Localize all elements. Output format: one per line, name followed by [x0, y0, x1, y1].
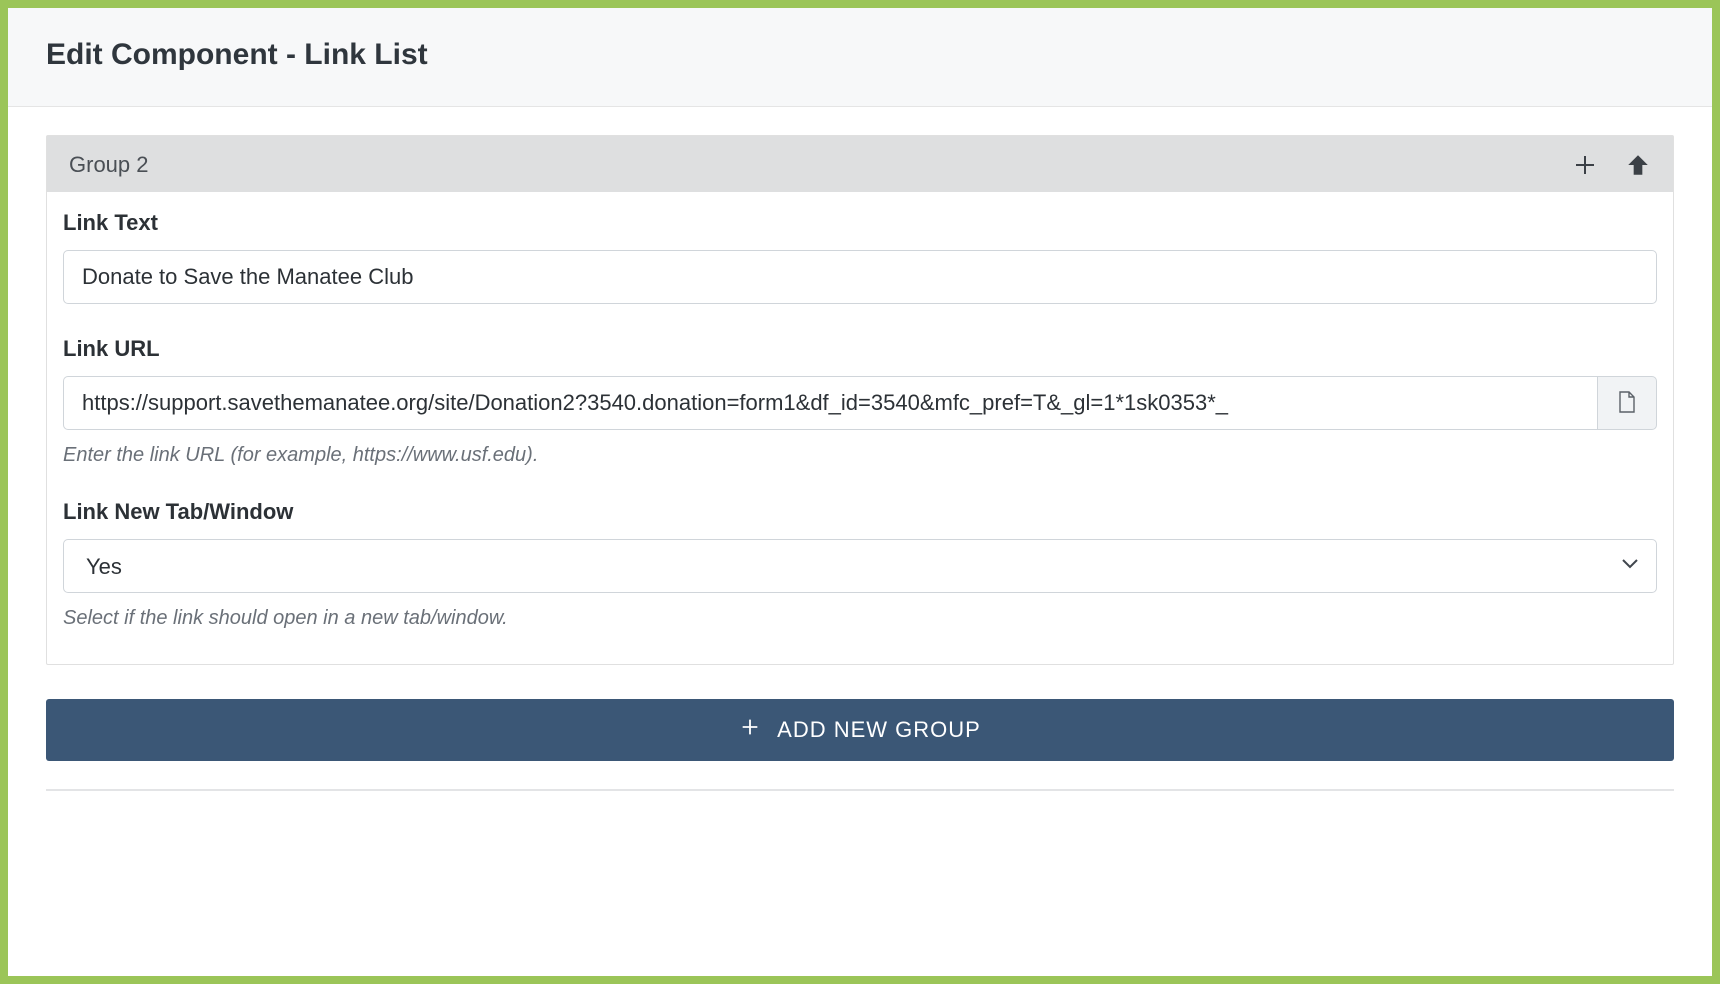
- link-url-browse-button[interactable]: [1597, 376, 1657, 430]
- link-url-help: Enter the link URL (for example, https:/…: [63, 444, 1657, 467]
- link-new-tab-select-wrapper: Yes No: [63, 539, 1657, 593]
- link-text-input[interactable]: [63, 250, 1657, 304]
- plus-icon: [1573, 153, 1597, 177]
- field-link-new-tab: Link New Tab/Window Yes No Select if the…: [63, 499, 1657, 630]
- field-link-text: Link Text: [63, 210, 1657, 304]
- page-header: Edit Component - Link List: [8, 8, 1712, 107]
- link-new-tab-help: Select if the link should open in a new …: [63, 607, 1657, 630]
- arrow-up-icon: [1625, 152, 1651, 178]
- move-up-button[interactable]: [1625, 152, 1651, 178]
- field-link-url: Link URL Enter the link URL (for example…: [63, 336, 1657, 467]
- link-new-tab-label: Link New Tab/Window: [63, 499, 1657, 525]
- group-title: Group 2: [69, 152, 149, 178]
- main-content: Group 2 Link Text: [8, 107, 1712, 976]
- plus-icon: [739, 716, 761, 744]
- link-url-input-group: [63, 376, 1657, 430]
- link-url-label: Link URL: [63, 336, 1657, 362]
- link-url-input[interactable]: [63, 376, 1597, 430]
- file-icon: [1618, 391, 1636, 416]
- add-new-group-button[interactable]: ADD NEW GROUP: [46, 699, 1674, 761]
- add-group-icon-button[interactable]: [1573, 153, 1597, 177]
- group-card: Group 2 Link Text: [46, 135, 1674, 665]
- add-new-group-label: ADD NEW GROUP: [777, 717, 981, 743]
- divider: [46, 789, 1674, 791]
- group-body: Link Text Link URL Enter the link URL (f…: [47, 192, 1673, 664]
- link-text-label: Link Text: [63, 210, 1657, 236]
- frame-border: Edit Component - Link List Group 2: [0, 0, 1720, 984]
- page-title: Edit Component - Link List: [46, 38, 1674, 72]
- group-header: Group 2: [47, 136, 1673, 192]
- group-header-actions: [1573, 152, 1651, 178]
- link-new-tab-select[interactable]: Yes No: [63, 539, 1657, 593]
